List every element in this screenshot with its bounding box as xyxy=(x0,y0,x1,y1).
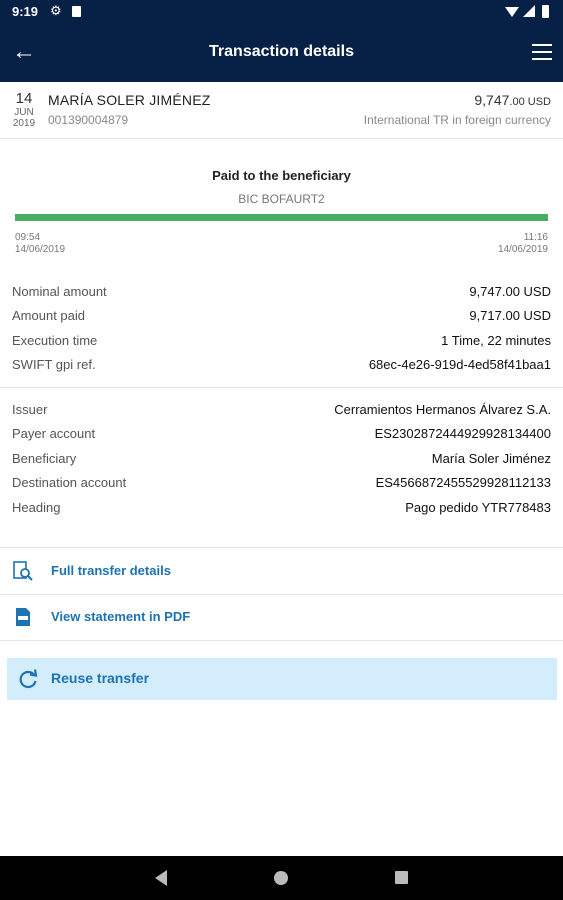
full-transfer-details-label: Full transfer details xyxy=(51,563,171,578)
view-statement-pdf-label: View statement in PDF xyxy=(51,609,191,624)
detail-row: Amount paid 9,717.00 USD xyxy=(0,306,563,330)
bic-code: BIC BOFAURT2 xyxy=(238,192,325,206)
nav-home-icon[interactable] xyxy=(274,871,288,885)
clock: 9:19 xyxy=(12,4,39,19)
detail-value: Pago pedido YTR778483 xyxy=(405,499,551,515)
page-title: Transaction details xyxy=(209,43,354,60)
detail-row: Heading Pago pedido YTR778483 xyxy=(0,498,563,522)
transaction-date: 14 JUN 2019 xyxy=(10,90,38,129)
amount-main: 9,747 xyxy=(474,92,510,108)
document-search-icon xyxy=(13,561,33,581)
nav-recents-icon[interactable] xyxy=(395,871,408,884)
signal-icon xyxy=(523,5,535,17)
detail-label: Execution time xyxy=(12,332,98,348)
detail-value: ES4566872455529928112133 xyxy=(375,475,551,491)
detail-label: SWIFT gpi ref. xyxy=(12,357,96,373)
menu-icon[interactable] xyxy=(532,44,552,65)
detail-label: Nominal amount xyxy=(12,284,107,299)
sd-card-icon xyxy=(72,6,81,17)
full-transfer-details-link[interactable]: Full transfer details xyxy=(0,548,563,595)
settings-icon: ⚙ xyxy=(50,3,62,18)
progress-fill xyxy=(15,214,548,221)
detail-row: Payer account ES2302872444929928134400 xyxy=(0,424,563,448)
pdf-icon xyxy=(16,608,30,626)
detail-value: Cerramientos Hermanos Álvarez S.A. xyxy=(334,402,551,417)
transaction-header: 14 JUN 2019 MARÍA SOLER JIMÉNEZ 00139000… xyxy=(0,82,563,139)
start-time: 09:54 xyxy=(15,232,41,243)
detail-label: Beneficiary xyxy=(12,450,77,466)
detail-value: María Soler Jiménez xyxy=(431,450,551,466)
divider xyxy=(0,387,563,388)
transaction-amount: 9,747.00 USD xyxy=(474,92,551,108)
detail-row: Destination account ES4566872455529928112… xyxy=(0,473,563,497)
progress-bar xyxy=(15,214,548,221)
party-details: Issuer Cerramientos Hermanos Álvarez S.A.… xyxy=(0,400,563,522)
detail-label: Heading xyxy=(12,499,61,515)
detail-label: Payer account xyxy=(12,426,96,442)
date-day: 14 xyxy=(15,90,33,107)
detail-value: 68ec-4e26-919d-4ed58f41baa1 xyxy=(368,357,551,373)
app-bar: ← Transaction details xyxy=(0,24,563,82)
detail-label: Amount paid xyxy=(12,308,85,324)
reuse-transfer-button[interactable]: Reuse transfer xyxy=(7,658,557,700)
timeline-start: 09:54 14/06/2019 xyxy=(15,232,65,256)
end-time: 11:16 xyxy=(523,232,548,243)
timeline-end: 11:16 14/06/2019 xyxy=(498,232,548,256)
start-date: 14/06/2019 xyxy=(15,244,66,255)
reuse-transfer-label: Reuse transfer xyxy=(51,670,150,686)
nav-back-icon[interactable] xyxy=(155,870,167,886)
end-date: 14/06/2019 xyxy=(497,244,548,255)
transaction-type: International TR in foreign currency xyxy=(363,113,551,127)
date-month: JUN xyxy=(14,107,34,118)
payment-status: Paid to the beneficiary xyxy=(212,168,351,183)
detail-row: Execution time 1 Time, 22 minutes xyxy=(0,331,563,355)
detail-value: 9,717.00 USD xyxy=(469,308,551,324)
account-number: 001390004879 xyxy=(48,113,129,127)
detail-row: SWIFT gpi ref. 68ec-4e26-919d-4ed58f41baa… xyxy=(0,355,563,379)
amount-cents: .00 USD xyxy=(509,96,551,108)
system-nav-bar xyxy=(0,856,563,900)
detail-label: Destination account xyxy=(12,475,127,491)
detail-row: Beneficiary María Soler Jiménez xyxy=(0,449,563,473)
date-year: 2019 xyxy=(12,118,36,129)
detail-row: Nominal amount 9,747.00 USD xyxy=(0,282,563,306)
detail-label: Issuer xyxy=(12,402,48,417)
status-bar: 9:19 ⚙ xyxy=(0,0,563,24)
detail-value: 9,747.00 USD xyxy=(469,284,551,299)
view-statement-pdf-link[interactable]: View statement in PDF xyxy=(0,594,563,641)
detail-value: ES2302872444929928134400 xyxy=(374,426,551,442)
beneficiary-name: MARÍA SOLER JIMÉNEZ xyxy=(48,92,211,108)
battery-icon xyxy=(542,5,549,18)
detail-value: 1 Time, 22 minutes xyxy=(441,332,551,348)
detail-row: Issuer Cerramientos Hermanos Álvarez S.A. xyxy=(0,400,563,424)
amount-details: Nominal amount 9,747.00 USD Amount paid 9,… xyxy=(0,282,563,380)
refresh-icon xyxy=(19,669,38,689)
wifi-icon xyxy=(505,7,519,17)
